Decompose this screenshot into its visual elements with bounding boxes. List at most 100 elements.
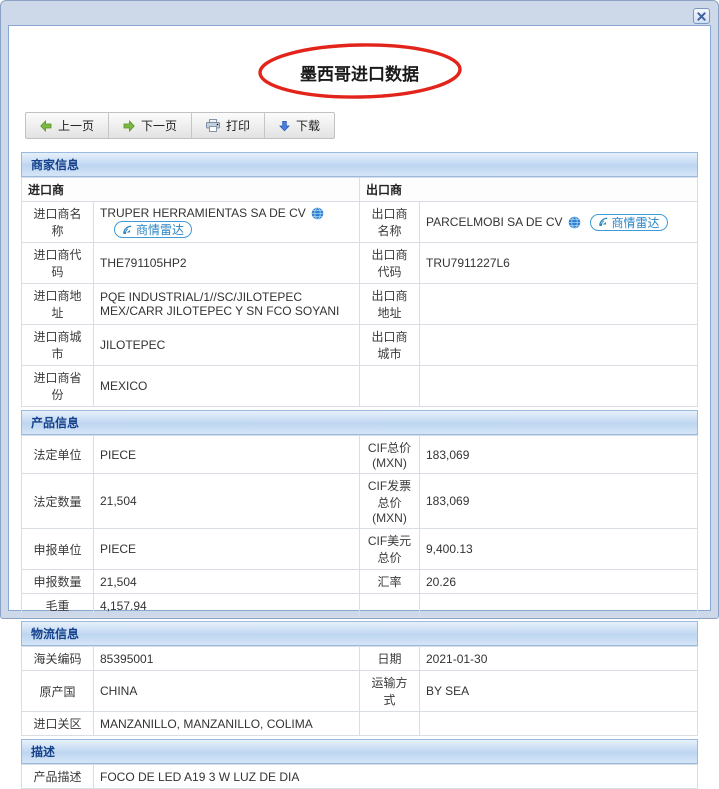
field-label: 申报单位 bbox=[22, 529, 94, 570]
table-row: 进口商城市 JILOTEPEC 出口商城市 bbox=[22, 325, 698, 366]
field-value: 2021-01-30 bbox=[420, 647, 698, 671]
table-row: 进口商地址 PQE INDUSTRIAL/1//SC/JILOTEPEC MEX… bbox=[22, 284, 698, 325]
logistics-table: 海关编码 85395001 日期 2021-01-30 原产国 CHINA 运输… bbox=[21, 646, 698, 736]
field-label: 出口商地址 bbox=[360, 284, 420, 325]
table-row: 进口关区 MANZANILLO, MANZANILLO, COLIMA bbox=[22, 712, 698, 736]
field-value: PQE INDUSTRIAL/1//SC/JILOTEPEC MEX/CARR … bbox=[94, 284, 360, 325]
section-description: 描述 产品描述 FOCO DE LED A19 3 W LUZ DE DIA bbox=[21, 739, 698, 789]
field-value bbox=[420, 325, 698, 366]
field-value: 20.26 bbox=[420, 570, 698, 594]
field-value: BY SEA bbox=[420, 671, 698, 712]
field-label: 汇率 bbox=[360, 570, 420, 594]
section-product: 产品信息 法定单位 PIECE CIF总价(MXN) 183,069 法定数量 … bbox=[21, 410, 698, 618]
radar-badge[interactable]: 商情雷达 bbox=[114, 221, 192, 238]
field-label: 产品描述 bbox=[22, 765, 94, 789]
download-label: 下载 bbox=[296, 117, 320, 134]
table-row: 法定单位 PIECE CIF总价(MXN) 183,069 bbox=[22, 436, 698, 474]
field-value bbox=[420, 712, 698, 736]
field-label: 进口商代码 bbox=[22, 243, 94, 284]
field-label bbox=[360, 594, 420, 618]
radar-icon bbox=[598, 217, 609, 227]
merchant-table: 进口商 出口商 进口商名称 TRUPER HERRAMIENTAS SA DE … bbox=[21, 177, 698, 407]
importer-name: TRUPER HERRAMIENTAS SA DE CV bbox=[100, 206, 306, 220]
close-icon bbox=[697, 12, 706, 21]
field-label: 日期 bbox=[360, 647, 420, 671]
arrow-right-icon bbox=[123, 120, 135, 132]
prev-page-label: 上一页 bbox=[58, 117, 94, 134]
globe-icon[interactable] bbox=[568, 216, 581, 229]
dialog-titlebar bbox=[1, 1, 718, 25]
page-title: 墨西哥进口数据 bbox=[21, 60, 698, 85]
field-value: 21,504 bbox=[94, 570, 360, 594]
field-label bbox=[360, 366, 420, 407]
field-value: 9,400.13 bbox=[420, 529, 698, 570]
exporter-name-cell: PARCELMOBI SA DE CV 商情雷达 bbox=[420, 202, 698, 243]
dialog-window: 墨西哥进口数据 上一页 下一页 bbox=[0, 0, 719, 619]
field-label: CIF发票总价(MXN) bbox=[360, 474, 420, 529]
section-logistics: 物流信息 海关编码 85395001 日期 2021-01-30 原产国 CHI… bbox=[21, 621, 698, 736]
description-table: 产品描述 FOCO DE LED A19 3 W LUZ DE DIA bbox=[21, 764, 698, 789]
section-header-logistics: 物流信息 bbox=[21, 621, 698, 646]
field-label: CIF美元总价 bbox=[360, 529, 420, 570]
radar-badge-label: 商情雷达 bbox=[136, 221, 184, 238]
section-header-merchant: 商家信息 bbox=[21, 152, 698, 177]
field-value bbox=[420, 284, 698, 325]
table-row: 进口商名称 TRUPER HERRAMIENTAS SA DE CV bbox=[22, 202, 698, 243]
field-label: 进口商城市 bbox=[22, 325, 94, 366]
radar-badge-label: 商情雷达 bbox=[612, 214, 660, 231]
field-label: 出口商城市 bbox=[360, 325, 420, 366]
exporter-column-header: 出口商 bbox=[360, 178, 698, 202]
close-button[interactable] bbox=[693, 8, 710, 24]
field-value: PIECE bbox=[94, 529, 360, 570]
globe-icon[interactable] bbox=[311, 207, 324, 220]
printer-icon bbox=[206, 119, 220, 132]
field-value: CHINA bbox=[94, 671, 360, 712]
title-area: 墨西哥进口数据 bbox=[21, 26, 698, 112]
product-description-value: FOCO DE LED A19 3 W LUZ DE DIA bbox=[94, 765, 698, 789]
table-row: 申报数量 21,504 汇率 20.26 bbox=[22, 570, 698, 594]
radar-badge[interactable]: 商情雷达 bbox=[590, 214, 668, 231]
field-value bbox=[420, 366, 698, 407]
field-label: 进口商地址 bbox=[22, 284, 94, 325]
table-row: 海关编码 85395001 日期 2021-01-30 bbox=[22, 647, 698, 671]
field-value: JILOTEPEC bbox=[94, 325, 360, 366]
field-label: 法定单位 bbox=[22, 436, 94, 474]
section-header-product: 产品信息 bbox=[21, 410, 698, 435]
radar-icon bbox=[122, 225, 133, 235]
field-label: 进口商省份 bbox=[22, 366, 94, 407]
table-row: 产品描述 FOCO DE LED A19 3 W LUZ DE DIA bbox=[22, 765, 698, 789]
print-label: 打印 bbox=[226, 117, 250, 134]
field-label: 原产国 bbox=[22, 671, 94, 712]
download-button[interactable]: 下载 bbox=[265, 113, 334, 138]
field-value: 183,069 bbox=[420, 474, 698, 529]
table-row: 进口商 出口商 bbox=[22, 178, 698, 202]
field-label: 出口商名称 bbox=[360, 202, 420, 243]
print-button[interactable]: 打印 bbox=[192, 113, 265, 138]
table-row: 申报单位 PIECE CIF美元总价 9,400.13 bbox=[22, 529, 698, 570]
field-value: TRU7911227L6 bbox=[420, 243, 698, 284]
exporter-name: PARCELMOBI SA DE CV bbox=[426, 215, 562, 229]
field-label: 出口商代码 bbox=[360, 243, 420, 284]
field-value: 85395001 bbox=[94, 647, 360, 671]
prev-page-button[interactable]: 上一页 bbox=[26, 113, 109, 138]
table-row: 进口商代码 THE791105HP2 出口商代码 TRU7911227L6 bbox=[22, 243, 698, 284]
table-row: 进口商省份 MEXICO bbox=[22, 366, 698, 407]
arrow-left-icon bbox=[40, 120, 52, 132]
field-value: 4,157.94 bbox=[94, 594, 360, 618]
dialog-content: 墨西哥进口数据 上一页 下一页 bbox=[8, 25, 711, 611]
arrow-down-icon bbox=[279, 120, 290, 132]
importer-column-header: 进口商 bbox=[22, 178, 360, 202]
next-page-label: 下一页 bbox=[141, 117, 177, 134]
next-page-button[interactable]: 下一页 bbox=[109, 113, 192, 138]
field-label bbox=[360, 712, 420, 736]
section-merchant: 商家信息 进口商 出口商 进口商名称 TRUPER HERRAMIENTAS S… bbox=[21, 152, 698, 407]
table-row: 原产国 CHINA 运输方式 BY SEA bbox=[22, 671, 698, 712]
field-label: 进口关区 bbox=[22, 712, 94, 736]
table-row: 毛重 4,157.94 bbox=[22, 594, 698, 618]
field-value: MANZANILLO, MANZANILLO, COLIMA bbox=[94, 712, 360, 736]
field-label: 毛重 bbox=[22, 594, 94, 618]
field-label: 运输方式 bbox=[360, 671, 420, 712]
field-value: THE791105HP2 bbox=[94, 243, 360, 284]
field-value: 21,504 bbox=[94, 474, 360, 529]
toolbar: 上一页 下一页 打印 bbox=[25, 112, 335, 139]
